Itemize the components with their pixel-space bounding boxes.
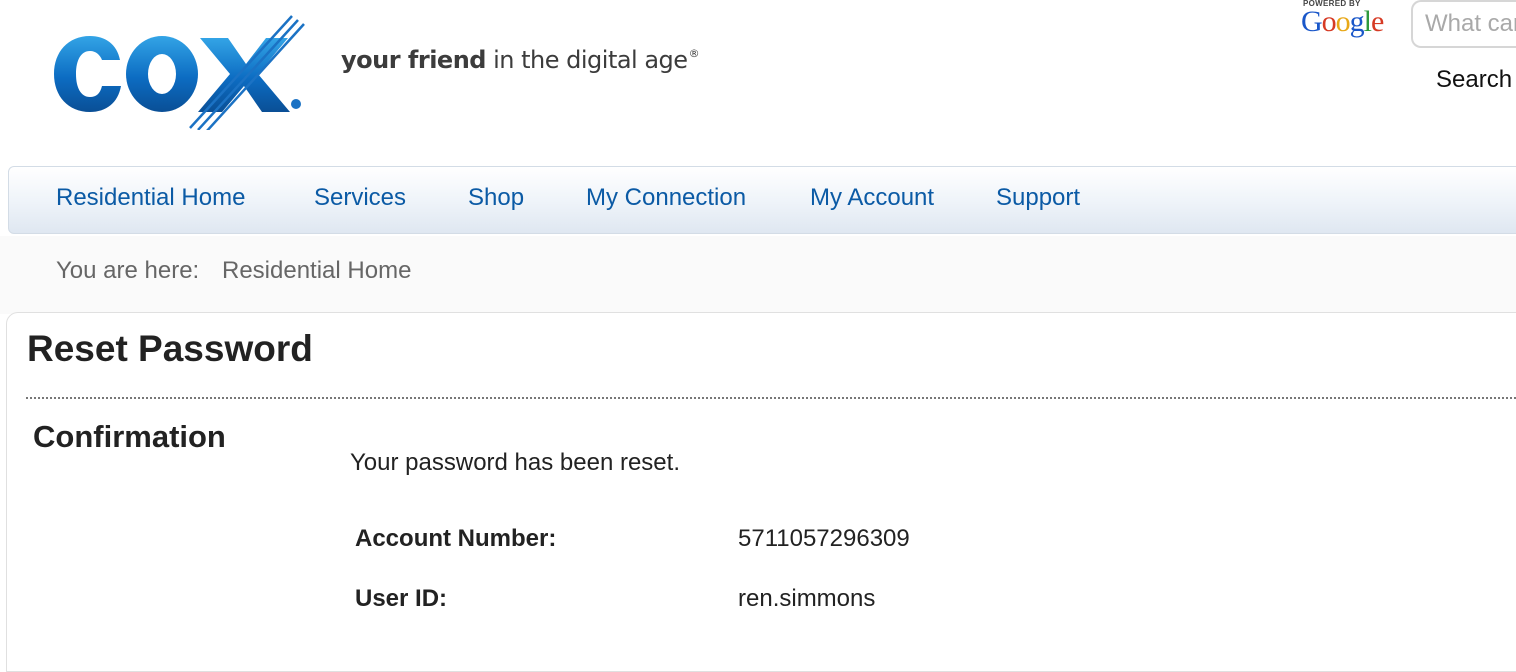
nav-services[interactable]: Services (314, 183, 406, 213)
tagline-bold: your friend (341, 46, 486, 74)
nav-my-connection[interactable]: My Connection (586, 183, 746, 213)
confirmation-message: Your password has been reset. (350, 449, 680, 476)
search-input[interactable] (1411, 0, 1516, 48)
dotted-divider (26, 397, 1516, 399)
tagline-rest: in the digital age (493, 46, 688, 74)
breadcrumb-label: You are here: (56, 257, 200, 284)
google-logo: Google (1301, 5, 1384, 38)
nav-my-account[interactable]: My Account (810, 183, 934, 213)
account-number-value: 5711057296309 (738, 525, 910, 552)
tagline: your friend in the digital age® (341, 46, 700, 74)
registered-mark: ® (688, 47, 700, 60)
breadcrumb-residential-home[interactable]: Residential Home (222, 257, 411, 285)
nav-support[interactable]: Support (996, 183, 1080, 213)
user-id-label: User ID: (355, 585, 448, 612)
nav-shop[interactable]: Shop (468, 183, 524, 213)
search-button[interactable]: Search (1436, 66, 1512, 94)
account-number-label: Account Number: (355, 525, 557, 552)
section-title-confirmation: Confirmation (33, 419, 226, 454)
cox-logo[interactable] (50, 14, 306, 130)
user-id-value: ren.simmons (738, 585, 876, 612)
nav-residential-home[interactable]: Residential Home (56, 183, 245, 213)
page-title: Reset Password (27, 328, 313, 369)
